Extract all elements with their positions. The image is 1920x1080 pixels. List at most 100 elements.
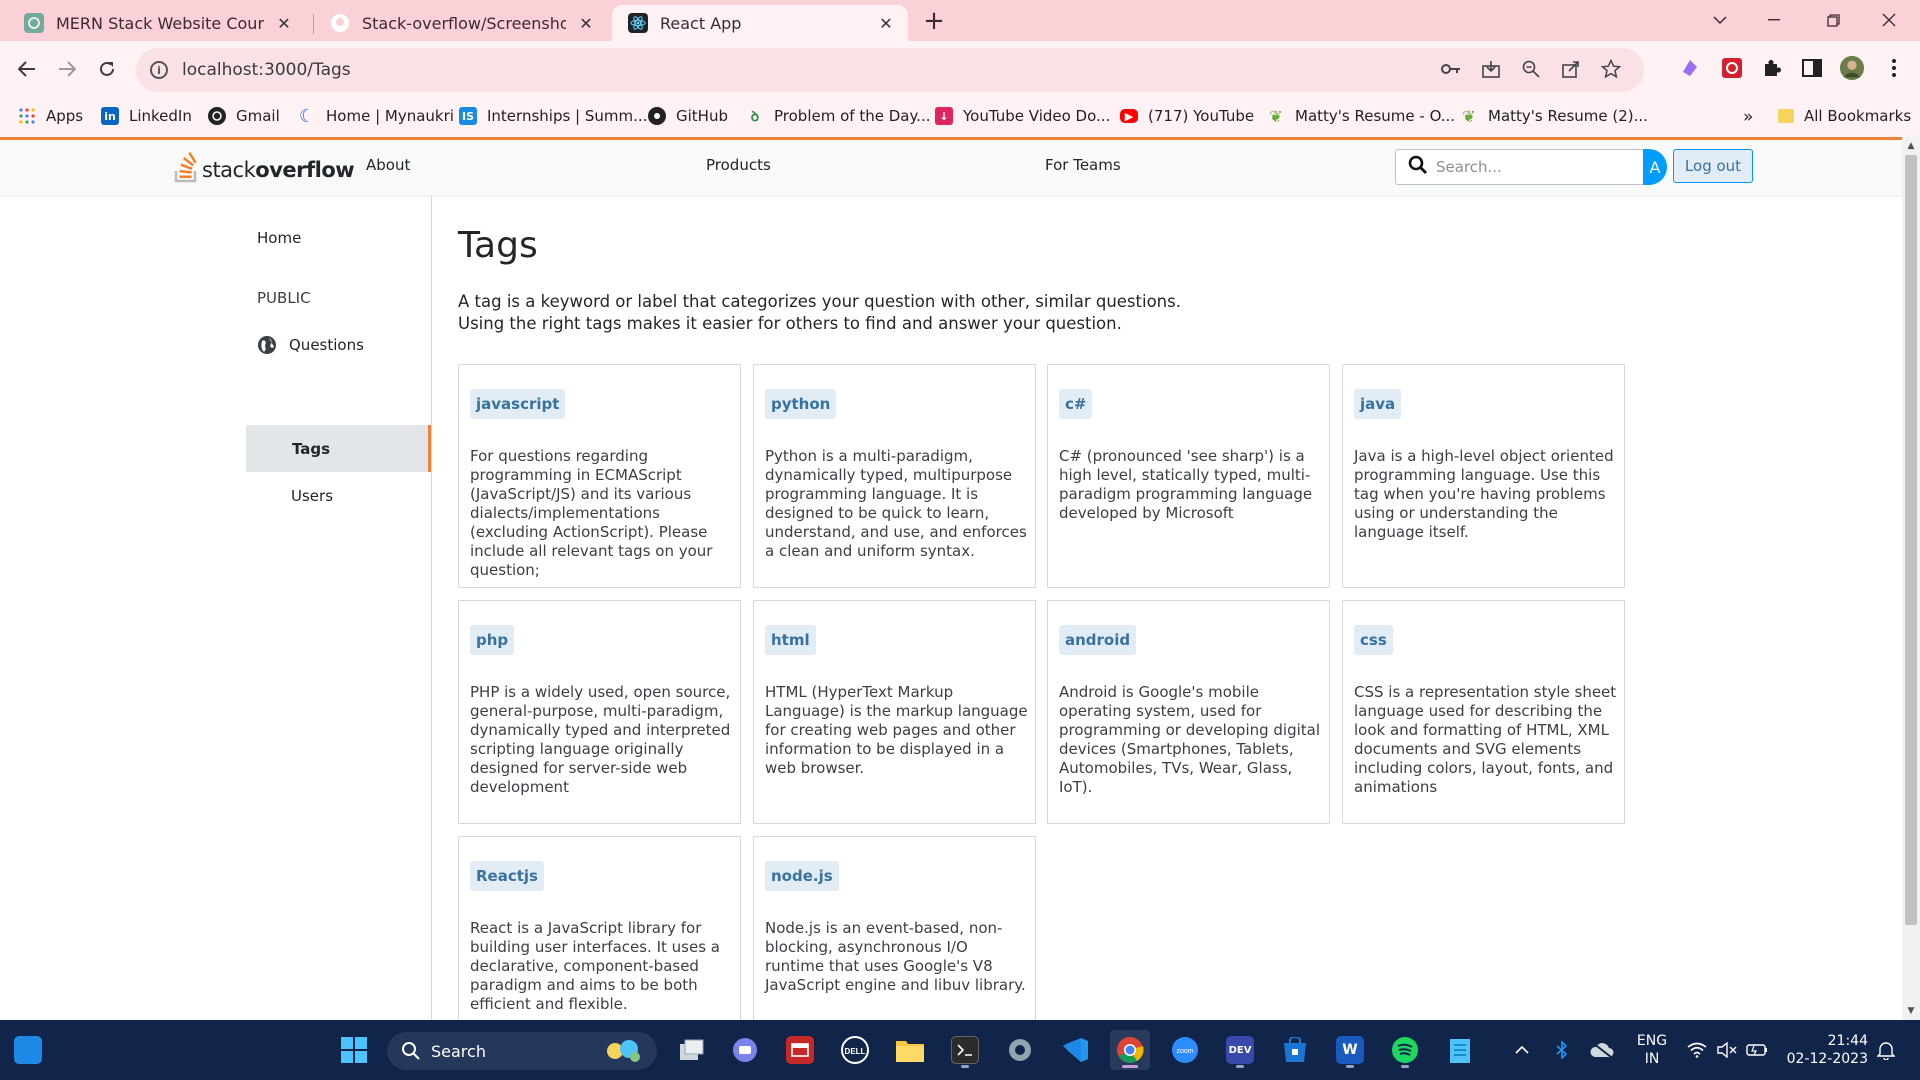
sidebar-item-users[interactable]: Users: [291, 487, 333, 505]
windows-start-icon[interactable]: [334, 1030, 374, 1070]
chrome-icon[interactable]: [1110, 1030, 1150, 1070]
sidebar-item-home[interactable]: Home: [257, 229, 301, 247]
extension-gem-icon[interactable]: [1677, 55, 1703, 81]
bookmark-apps[interactable]: Apps: [18, 107, 83, 125]
mynaukri-icon: ☾: [298, 105, 316, 127]
tag-chip[interactable]: c#: [1059, 389, 1093, 419]
spotify-icon[interactable]: [1385, 1030, 1425, 1070]
minimize-icon[interactable]: [1751, 6, 1797, 34]
bookmark-internships[interactable]: IS Internships | Summ...: [459, 107, 647, 125]
tag-chip[interactable]: html: [765, 625, 816, 655]
cloud-offline-icon[interactable]: [1582, 1030, 1622, 1070]
sidebar-item-label[interactable]: Tags: [292, 440, 330, 458]
bookmark-linkedin[interactable]: in LinkedIn: [101, 107, 192, 125]
key-icon[interactable]: [1440, 58, 1462, 80]
mcafee-icon[interactable]: [780, 1030, 820, 1070]
install-app-icon[interactable]: [1480, 58, 1502, 80]
bookmark-resume-2[interactable]: ❦ Matty's Resume (2)...: [1460, 107, 1648, 126]
profile-avatar-icon[interactable]: [1839, 55, 1865, 81]
language-code: ENG: [1636, 1033, 1668, 1049]
share-icon[interactable]: [1560, 58, 1582, 80]
tab-close-icon[interactable]: ✕: [576, 13, 596, 33]
back-arrow-icon[interactable]: [11, 53, 43, 85]
settings-icon[interactable]: [1000, 1030, 1040, 1070]
forward-arrow-icon[interactable]: [51, 53, 83, 85]
bookmark-resume-1[interactable]: ❦ Matty's Resume - O...: [1267, 107, 1455, 126]
bookmark-youtube[interactable]: ▶ (717) YouTube: [1120, 107, 1254, 125]
show-desktop-widget-icon[interactable]: [8, 1030, 48, 1070]
chrome-menu-icon[interactable]: [1881, 55, 1907, 81]
store-icon[interactable]: [1275, 1030, 1315, 1070]
bookmark-mynaukri[interactable]: ☾ Home | Mynaukri: [298, 105, 454, 127]
bookmark-github[interactable]: GitHub: [648, 107, 728, 125]
notepad-icon[interactable]: [1440, 1030, 1480, 1070]
tag-chip[interactable]: javascript: [470, 389, 566, 419]
tag-description: For questions regarding programming in E…: [470, 447, 713, 579]
bookmark-youtube-downloader[interactable]: ↓ YouTube Video Do...: [935, 107, 1110, 125]
word-icon[interactable]: W: [1330, 1030, 1370, 1070]
page-intro: A tag is a keyword or label that categor…: [458, 291, 1358, 335]
extensions-puzzle-icon[interactable]: [1759, 55, 1785, 81]
site-search-input[interactable]: Search...: [1436, 158, 1502, 176]
page-scrollbar[interactable]: ▲ ▼: [1902, 137, 1920, 1020]
tag-chip[interactable]: android: [1059, 625, 1137, 655]
nav-for-teams-link[interactable]: For Teams: [1045, 156, 1121, 174]
bookmark-star-icon[interactable]: [1600, 58, 1622, 80]
clock[interactable]: 21:44 02-12-2023: [1784, 1032, 1868, 1068]
file-explorer-icon[interactable]: [890, 1030, 930, 1070]
scroll-up-arrow-icon[interactable]: ▲: [1902, 137, 1920, 155]
task-view-icon[interactable]: [672, 1030, 712, 1070]
scroll-down-arrow-icon[interactable]: ▼: [1902, 1002, 1920, 1020]
restore-icon[interactable]: [1810, 6, 1856, 34]
bookmark-gmail[interactable]: Gmail: [208, 107, 280, 125]
tag-chip[interactable]: css: [1354, 625, 1393, 655]
new-tab-button[interactable]: +: [920, 8, 948, 36]
url-text[interactable]: localhost:3000/Tags: [182, 60, 351, 80]
stackoverflow-logo[interactable]: stackoverflow: [174, 149, 355, 183]
teams-chat-icon[interactable]: [725, 1030, 765, 1070]
side-panel-icon[interactable]: [1799, 55, 1825, 81]
tab-close-icon[interactable]: ✕: [274, 13, 294, 33]
tab-search-chevron-icon[interactable]: [1697, 6, 1743, 34]
tab-react-app[interactable]: React App ✕: [612, 5, 908, 41]
notification-bell-icon[interactable]: [1866, 1030, 1906, 1070]
bookmark-gfg-potd[interactable]: ꝺ Problem of the Day...: [746, 107, 931, 125]
zoom-icon[interactable]: zoom: [1165, 1030, 1205, 1070]
tray-overflow-chevron-icon[interactable]: [1502, 1030, 1542, 1070]
battery-icon[interactable]: [1737, 1030, 1777, 1070]
tag-chip[interactable]: java: [1354, 389, 1402, 419]
language-indicator[interactable]: ENG IN: [1633, 1032, 1671, 1068]
bluetooth-icon[interactable]: [1542, 1030, 1582, 1070]
tag-chip[interactable]: python: [765, 389, 837, 419]
tab-mern-course[interactable]: MERN Stack Website Course ✕: [8, 5, 306, 41]
tab-github-screenshots[interactable]: Stack-overflow/Screenshots/Qu ✕: [314, 5, 608, 41]
scroll-thumb[interactable]: [1905, 155, 1917, 925]
bookmark-label: (717) YouTube: [1148, 107, 1255, 125]
taskbar-search[interactable]: Search: [387, 1032, 657, 1070]
logout-button[interactable]: Log out: [1673, 149, 1753, 183]
tag-card: c# C# (pronounced 'see sharp') is a high…: [1047, 364, 1330, 588]
terminal-icon[interactable]: [945, 1030, 985, 1070]
sidebar-item-questions[interactable]: Questions: [257, 335, 364, 355]
reload-icon[interactable]: [91, 53, 123, 85]
dell-icon[interactable]: DELL: [835, 1030, 875, 1070]
extension-red-icon[interactable]: [1719, 55, 1745, 81]
tab-close-icon[interactable]: ✕: [876, 13, 896, 33]
user-avatar[interactable]: A: [1643, 149, 1667, 185]
close-window-icon[interactable]: [1866, 6, 1912, 34]
address-bar[interactable]: i localhost:3000/Tags: [136, 48, 1644, 92]
tag-chip[interactable]: php: [470, 625, 515, 655]
zoom-icon[interactable]: [1520, 58, 1542, 80]
site-info-icon[interactable]: i: [150, 61, 168, 79]
region-code: IN: [1644, 1051, 1660, 1067]
dev-icon[interactable]: DEV: [1220, 1030, 1260, 1070]
bookmarks-overflow-chevron[interactable]: »: [1743, 107, 1753, 127]
sidebar-item-tags[interactable]: [246, 425, 431, 472]
all-bookmarks-folder[interactable]: All Bookmarks: [1778, 107, 1911, 125]
tag-chip[interactable]: Reactjs: [470, 861, 544, 891]
vscode-icon[interactable]: [1055, 1030, 1095, 1070]
nav-products-link[interactable]: Products: [706, 156, 771, 174]
nav-about-link[interactable]: About: [366, 156, 410, 174]
tag-chip[interactable]: node.js: [765, 861, 839, 891]
site-search-box[interactable]: Search...: [1395, 149, 1650, 185]
